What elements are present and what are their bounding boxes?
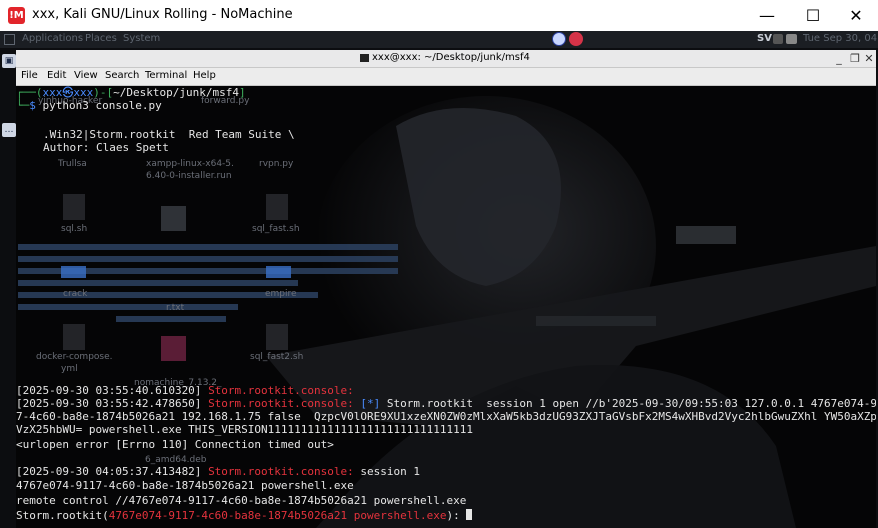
menu-view[interactable]: View <box>74 70 98 81</box>
kali-top-panel: Applications Places System SV Tue Sep 30… <box>0 31 878 48</box>
prompt-line-1: ┌──(xxx㉿xxx)-[~/Desktop/junk/msf4] <box>16 86 246 99</box>
file-icon <box>63 194 85 220</box>
terminal-menubar: File Edit View Search Terminal Help <box>16 68 876 86</box>
desktop-launcher-icon[interactable]: ▣ <box>2 54 16 68</box>
clock[interactable]: Tue Sep 30, 04:0 <box>803 33 878 44</box>
minimize-button[interactable]: — <box>744 0 790 31</box>
terminal-icon <box>360 54 369 62</box>
session-line: 4767e074-9117-4c60-ba8e-1874b5026a21 pow… <box>16 479 354 492</box>
prompt-line-2: └─$ python3 console.py <box>16 99 162 112</box>
desktop-icon-label: docker-compose. <box>36 352 113 362</box>
desktop-icon-label: empire <box>265 289 297 299</box>
applications-menu[interactable]: Applications <box>22 33 83 44</box>
file-icon <box>266 324 288 350</box>
terminal-titlebar: xxx@xxx: ~/Desktop/junk/msf4 _ ❐ ✕ <box>16 50 876 68</box>
system-menu[interactable]: System <box>123 33 160 44</box>
menu-search[interactable]: Search <box>105 70 139 81</box>
display-icon[interactable] <box>773 34 783 44</box>
keyboard-layout[interactable]: SV <box>757 33 772 44</box>
terminal-title: xxx@xxx: ~/Desktop/junk/msf4 <box>372 52 530 63</box>
desktop-icon-label: sql_fast2.sh <box>250 352 304 362</box>
log-line-1: [2025-09-30 03:55:40.610320] Storm.rootk… <box>16 384 354 397</box>
banner-line-2: Author: Claes Spett <box>43 141 169 154</box>
urlopen-error: <urlopen error [Errno 110] Connection ti… <box>16 438 334 451</box>
network-icon[interactable] <box>552 32 566 46</box>
file-icon <box>63 324 85 350</box>
desktop-icon-label: sql.sh <box>61 224 88 234</box>
desktop-icon-label: rvpn.py <box>259 159 294 169</box>
log-line-2-cont2: VzX25hbWU= powershell.exe THIS_VERSION11… <box>16 423 473 436</box>
text-cursor <box>466 509 473 520</box>
file-icon <box>266 194 288 220</box>
terminal-maximize-button[interactable]: ❐ <box>848 51 862 65</box>
nomachine-titlebar: !M xxx, Kali GNU/Linux Rolling - NoMachi… <box>0 0 878 31</box>
applications-icon[interactable] <box>4 34 15 45</box>
menu-edit[interactable]: Edit <box>47 70 66 81</box>
wifi-icon[interactable] <box>786 34 797 44</box>
desktop-icon-label: sql_fast.sh <box>252 224 300 234</box>
desktop-icon-label: Trullsa <box>58 159 87 169</box>
banner-line-1: .Win32|Storm.rootkit Red Team Suite \ <box>43 128 295 141</box>
desktop-icon-label: 6_amd64.deb <box>145 455 207 465</box>
close-button[interactable]: ✕ <box>833 0 878 31</box>
active-prompt[interactable]: Storm.rootkit(4767e074-9117-4c60-ba8e-18… <box>16 509 473 522</box>
desktop-icon-label: crack <box>63 289 88 299</box>
log-line-2-cont1: 7-4c60-ba8e-1874b5026a21 192.168.1.75 fa… <box>16 410 876 423</box>
menu-file[interactable]: File <box>21 70 38 81</box>
log-line-3: [2025-09-30 04:05:37.413482] Storm.rootk… <box>16 465 420 478</box>
window-title: xxx, Kali GNU/Linux Rolling - NoMachine <box>32 7 293 22</box>
remote-control-line: remote control //4767e074-9117-4c60-ba8e… <box>16 494 467 507</box>
menu-terminal[interactable]: Terminal <box>145 70 187 81</box>
desktop-icon-label: 6.40-0-installer.run <box>146 171 232 181</box>
nomachine-logo-icon: !M <box>8 7 25 24</box>
lock-icon[interactable] <box>569 32 583 46</box>
terminal-window: xxx@xxx: ~/Desktop/junk/msf4 _ ❐ ✕ File … <box>16 50 876 528</box>
desktop-icon-label: yml <box>61 364 78 374</box>
places-menu[interactable]: Places <box>85 33 117 44</box>
terminal-body[interactable]: yinhuo-hacker forward.py Trullsa xampp-l… <box>16 86 876 528</box>
terminal-close-button[interactable]: ✕ <box>862 51 876 65</box>
terminal-minimize-button[interactable]: _ <box>832 51 846 65</box>
desktop-more-icon[interactable]: … <box>2 123 16 137</box>
desktop-icon-label: xampp-linux-x64-5. <box>146 159 234 169</box>
menu-help[interactable]: Help <box>193 70 216 81</box>
maximize-button[interactable]: ☐ <box>790 0 836 31</box>
log-line-2: [2025-09-30 03:55:42.478650] Storm.rootk… <box>16 397 876 410</box>
desktop-icon-label: r.txt <box>166 303 185 313</box>
